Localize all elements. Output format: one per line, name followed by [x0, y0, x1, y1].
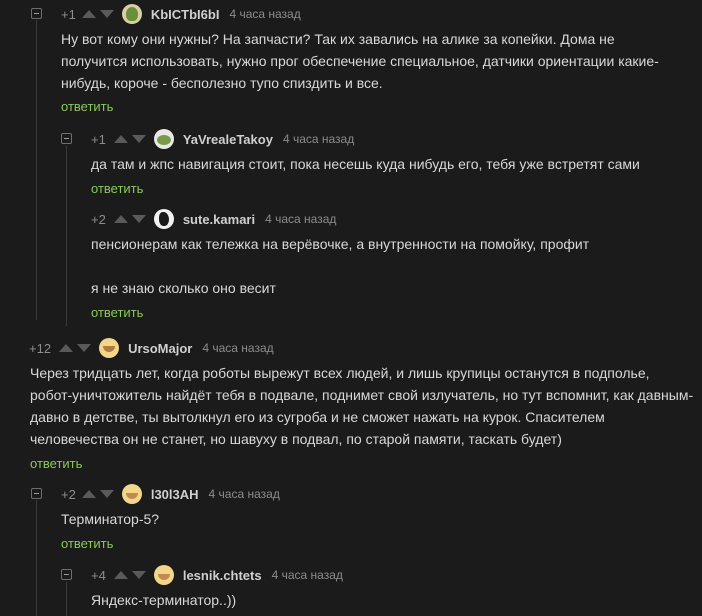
comment-text: пенсионерам как тележка на верёвочке, а …	[91, 236, 590, 252]
avatar[interactable]	[153, 129, 174, 149]
comment-timestamp: 4 часа назад	[202, 341, 274, 355]
upvote-icon[interactable]	[81, 490, 96, 498]
comment-text: Терминатор-5?	[61, 511, 160, 527]
comment-rating: +2	[61, 486, 76, 502]
avatar[interactable]	[153, 565, 174, 585]
downvote-icon[interactable]	[99, 490, 114, 498]
upvote-icon[interactable]	[113, 215, 128, 223]
reply-link[interactable]: ответить	[61, 99, 113, 114]
comment: +1 YaVrealeTakoy 4 часа назад да там и ж…	[0, 129, 702, 196]
comment-timestamp: 4 часа назад	[282, 132, 355, 146]
upvote-icon[interactable]	[113, 571, 128, 579]
comment-rating: +4	[91, 567, 106, 583]
comment-author[interactable]: YaVrealeTakoy	[183, 132, 273, 147]
collapse-button[interactable]	[61, 569, 72, 580]
comment-author[interactable]: l30l3AH	[151, 487, 199, 502]
avatar[interactable]	[121, 4, 142, 24]
comment: +2 sute.kamari 4 часа назад пенсионерам …	[0, 209, 702, 320]
avatar[interactable]	[153, 209, 174, 229]
thread-line	[66, 146, 67, 326]
comment-rating: +1	[61, 6, 76, 22]
comment-text: Через тридцать лет, когда роботы вырежут…	[30, 365, 694, 447]
upvote-icon[interactable]	[81, 10, 96, 18]
avatar[interactable]	[121, 484, 142, 504]
comment-timestamp: 4 часа назад	[208, 487, 280, 501]
comment-rating: +1	[91, 131, 106, 147]
comment-text: Ну вот кому они нужны? На запчасти? Так …	[61, 31, 659, 91]
collapse-button[interactable]	[61, 133, 72, 144]
upvote-icon[interactable]	[59, 344, 74, 352]
comment-text: Яндекс-терминатор..))	[91, 592, 237, 608]
comment-text: да там и жпс навигация стоит, пока несеш…	[91, 156, 640, 172]
reply-link[interactable]: ответить	[61, 536, 113, 551]
thread-line	[36, 20, 37, 320]
thread-line	[66, 582, 67, 616]
comment-timestamp: 4 часа назад	[229, 7, 301, 21]
comment: +1 KbICTbI6bI 4 часа назад Ну вот кому о…	[0, 4, 702, 114]
comment: +12 UrsoMajor 4 часа назад Через тридцат…	[0, 338, 702, 471]
comment: +4 lesnik.chtets 4 часа назад Яндекс-тер…	[0, 565, 702, 608]
comment-author[interactable]: sute.kamari	[183, 212, 255, 227]
comment-rating: +12	[29, 340, 52, 356]
reply-link[interactable]: ответить	[91, 181, 143, 196]
downvote-icon[interactable]	[77, 344, 92, 352]
comment-text: я не знаю сколько оно весит	[91, 280, 276, 296]
reply-link[interactable]: ответить	[30, 456, 82, 471]
reply-link[interactable]: ответить	[91, 305, 143, 320]
upvote-icon[interactable]	[113, 135, 128, 143]
thread-line	[36, 500, 37, 616]
comment-author[interactable]: lesnik.chtets	[183, 568, 262, 583]
comment-timestamp: 4 часа назад	[265, 212, 337, 226]
collapse-button[interactable]	[31, 488, 42, 499]
downvote-icon[interactable]	[131, 571, 146, 579]
comment-author[interactable]: UrsoMajor	[128, 341, 192, 356]
collapse-button[interactable]	[31, 8, 42, 19]
comment-author[interactable]: KbICTbI6bI	[151, 7, 220, 22]
avatar[interactable]	[99, 338, 120, 358]
comment-timestamp: 4 часа назад	[271, 568, 343, 582]
comment-rating: +2	[91, 211, 106, 227]
downvote-icon[interactable]	[131, 135, 146, 143]
downvote-icon[interactable]	[99, 10, 114, 18]
comment: +2 l30l3AH 4 часа назад Терминатор-5? от…	[0, 484, 702, 551]
downvote-icon[interactable]	[131, 215, 146, 223]
